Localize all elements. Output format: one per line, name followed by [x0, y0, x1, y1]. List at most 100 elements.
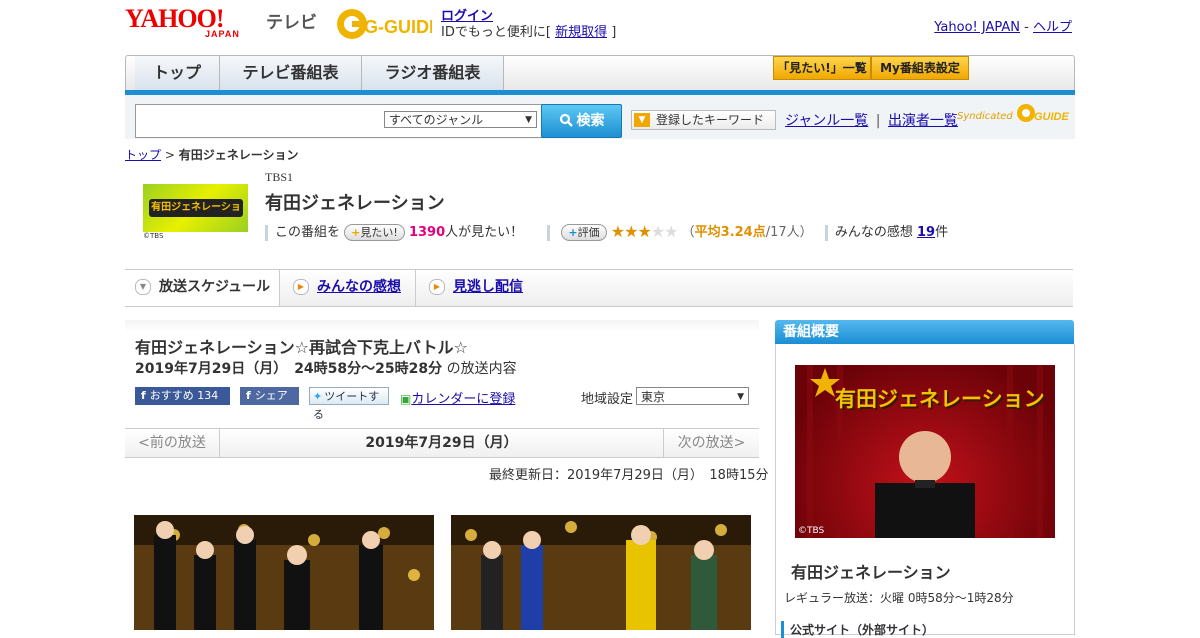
- last-updated: 最終更新日：2019年7月29日（月） 18時15分: [489, 468, 769, 483]
- chevron-down-icon: ▼: [737, 392, 744, 402]
- region-label: 地域設定: [581, 392, 634, 407]
- search-button[interactable]: 検索: [541, 104, 622, 138]
- avg-open-paren: （: [681, 225, 695, 240]
- svg-text:GUIDE: GUIDE: [1034, 111, 1070, 123]
- id-bracket-close: ]: [611, 25, 617, 40]
- genre-select[interactable]: すべてのジャンル ▼: [384, 111, 537, 128]
- register-link[interactable]: 新規取得: [555, 25, 607, 40]
- chevron-down-icon: ▼: [525, 115, 532, 125]
- tv-logo-text: テレビ: [266, 13, 317, 33]
- want-prefix-text: この番組を: [275, 225, 341, 240]
- sidebar-header: 番組概要: [775, 320, 1074, 344]
- syndicated-gguide-logo: Syndicated GUIDE: [957, 102, 1072, 124]
- breadcrumb: トップ > 有田ジェネレーション: [125, 146, 299, 163]
- episode-date: 2019年7月29日（月） 24時58分～25時28分: [135, 361, 443, 377]
- top-right-links: Yahoo! JAPAN - ヘルプ: [934, 16, 1072, 35]
- star-icon: ★: [610, 222, 625, 241]
- registered-keywords-label: 登録したキーワード: [656, 113, 765, 127]
- link-separator: |: [875, 113, 881, 129]
- tweet-label: ツイートする: [313, 390, 380, 421]
- episode-datetime: 2019年7月29日（月） 24時58分～25時28分 の放送内容: [135, 358, 517, 378]
- rating-stars: ★★★★★: [610, 222, 679, 241]
- region-select-value: 東京: [641, 390, 666, 404]
- calendar-register-link[interactable]: カレンダーに登録: [411, 392, 515, 407]
- id-benefit-text: IDでもっと便利に[: [441, 25, 551, 40]
- episode-photo-1-image: [134, 515, 434, 630]
- prev-broadcast-button[interactable]: <前の放送: [125, 429, 220, 457]
- tab-label: みんなの感想: [317, 279, 401, 295]
- current-broadcast-date: 2019年7月29日（月）: [365, 435, 518, 451]
- nav-tab-top[interactable]: トップ: [135, 56, 220, 90]
- program-key-visual-logo: 有田ジェネレーション: [835, 387, 1045, 411]
- want-to-watch-label: 見たい!: [360, 226, 398, 239]
- gguide-logo[interactable]: G-GUIDE: [334, 6, 432, 42]
- program-stats: この番組を +見たい! 1390人が見たい！ +評価 ★★★★★ （平均3.24…: [265, 221, 948, 241]
- star-icon: ★: [624, 222, 638, 241]
- tweet-button[interactable]: ✦ ツイートする: [309, 387, 389, 421]
- search-icon: [559, 113, 573, 127]
- twitter-bird-icon: ✦: [313, 390, 323, 403]
- tab-broadcast-schedule[interactable]: ▼ 放送スケジュール: [125, 270, 280, 306]
- program-thumbnail: 有田ジェネレーション ©TBS: [143, 184, 248, 240]
- want-to-watch-button[interactable]: +見たい!: [344, 224, 405, 241]
- stat-divider: [547, 224, 551, 241]
- plus-icon: +: [351, 226, 361, 239]
- link-separator: -: [1024, 20, 1029, 35]
- broadcast-date-nav: <前の放送 2019年7月29日（月） 次の放送>: [125, 428, 759, 458]
- tab-catchup-streaming[interactable]: ▶ 見逃し配信: [429, 270, 549, 306]
- episode-photo-1[interactable]: [134, 515, 434, 630]
- next-broadcast-button[interactable]: 次の放送>: [663, 429, 759, 457]
- facebook-share-label: シェア: [254, 389, 288, 402]
- episode-title: 有田ジェネレーション☆再試合下克上バトル☆: [135, 338, 468, 357]
- rate-button[interactable]: +評価: [561, 224, 607, 241]
- impression-label: みんなの感想: [834, 225, 913, 240]
- impression-count-link[interactable]: 19: [917, 225, 935, 240]
- genre-list-link[interactable]: ジャンル一覧: [785, 113, 868, 129]
- nav-tab-tv-schedule[interactable]: テレビ番組表: [220, 56, 362, 90]
- tab-label: 放送スケジュール: [159, 279, 271, 295]
- episode-photo-2[interactable]: [451, 515, 751, 630]
- facebook-icon: f: [246, 389, 251, 402]
- my-schedule-settings-button[interactable]: My番組表設定: [871, 56, 969, 80]
- episode-date-suffix: の放送内容: [446, 361, 517, 377]
- sidebar-program-title: 有田ジェネレーション: [791, 563, 951, 582]
- stat-divider: [265, 224, 268, 241]
- play-arrow-icon: ▶: [429, 279, 445, 295]
- yahoo-japan-logo-sub: JAPAN: [205, 29, 240, 39]
- mitai-list-button[interactable]: 「見たい!」一覧: [773, 56, 871, 80]
- breadcrumb-top-link[interactable]: トップ: [125, 148, 161, 162]
- want-suffix-text: 人が見たい！: [445, 225, 524, 240]
- plus-icon: +: [568, 226, 578, 239]
- program-tabs: ▼ 放送スケジュール ▶ みんなの感想 ▶ 見逃し配信: [125, 269, 1073, 307]
- login-subtext: IDでもっと便利に[ 新規取得 ]: [441, 21, 616, 40]
- channel-name: TBS1: [265, 170, 294, 184]
- dropdown-arrow-icon: ▼: [634, 113, 650, 127]
- chevron-down-icon: ▼: [135, 279, 151, 295]
- breadcrumb-separator: >: [164, 148, 175, 162]
- syndicated-text: Syndicated: [957, 111, 1013, 122]
- genre-cast-links: ジャンル一覧 | 出演者一覧: [785, 110, 958, 130]
- nav-tab-radio-schedule[interactable]: ラジオ番組表: [362, 56, 504, 90]
- yahoo-japan-link[interactable]: Yahoo! JAPAN: [934, 20, 1020, 35]
- region-select[interactable]: 東京 ▼: [636, 387, 749, 405]
- registered-keywords-button[interactable]: ▼ 登録したキーワード: [631, 110, 776, 130]
- tab-label: 見逃し配信: [453, 279, 523, 295]
- gguide-logo-text: G-GUIDE: [364, 17, 432, 37]
- star-icon: ★: [664, 222, 678, 241]
- sidebar-header-title: 番組概要: [783, 324, 839, 340]
- play-arrow-icon: ▶: [293, 279, 309, 295]
- help-link[interactable]: ヘルプ: [1033, 20, 1072, 35]
- facebook-recommend-count: 134: [197, 389, 219, 402]
- breadcrumb-current: 有田ジェネレーション: [178, 148, 299, 162]
- genre-select-value: すべてのジャンル: [389, 113, 484, 127]
- tab-impressions[interactable]: ▶ みんなの感想: [293, 270, 416, 306]
- facebook-recommend-button[interactable]: f おすすめ 134: [135, 387, 230, 405]
- cast-list-link[interactable]: 出演者一覧: [888, 113, 958, 129]
- regular-broadcast-time: レギュラー放送：火曜 0時58分～1時28分: [784, 591, 1014, 605]
- stat-divider: [824, 224, 828, 241]
- want-count: 1390: [408, 225, 446, 240]
- impression-suffix: 件: [935, 225, 949, 240]
- gguide-small-logo: GUIDE: [1016, 104, 1070, 123]
- facebook-share-button[interactable]: f シェア: [240, 387, 299, 405]
- calendar-register[interactable]: ▣カレンダーに登録: [400, 388, 515, 407]
